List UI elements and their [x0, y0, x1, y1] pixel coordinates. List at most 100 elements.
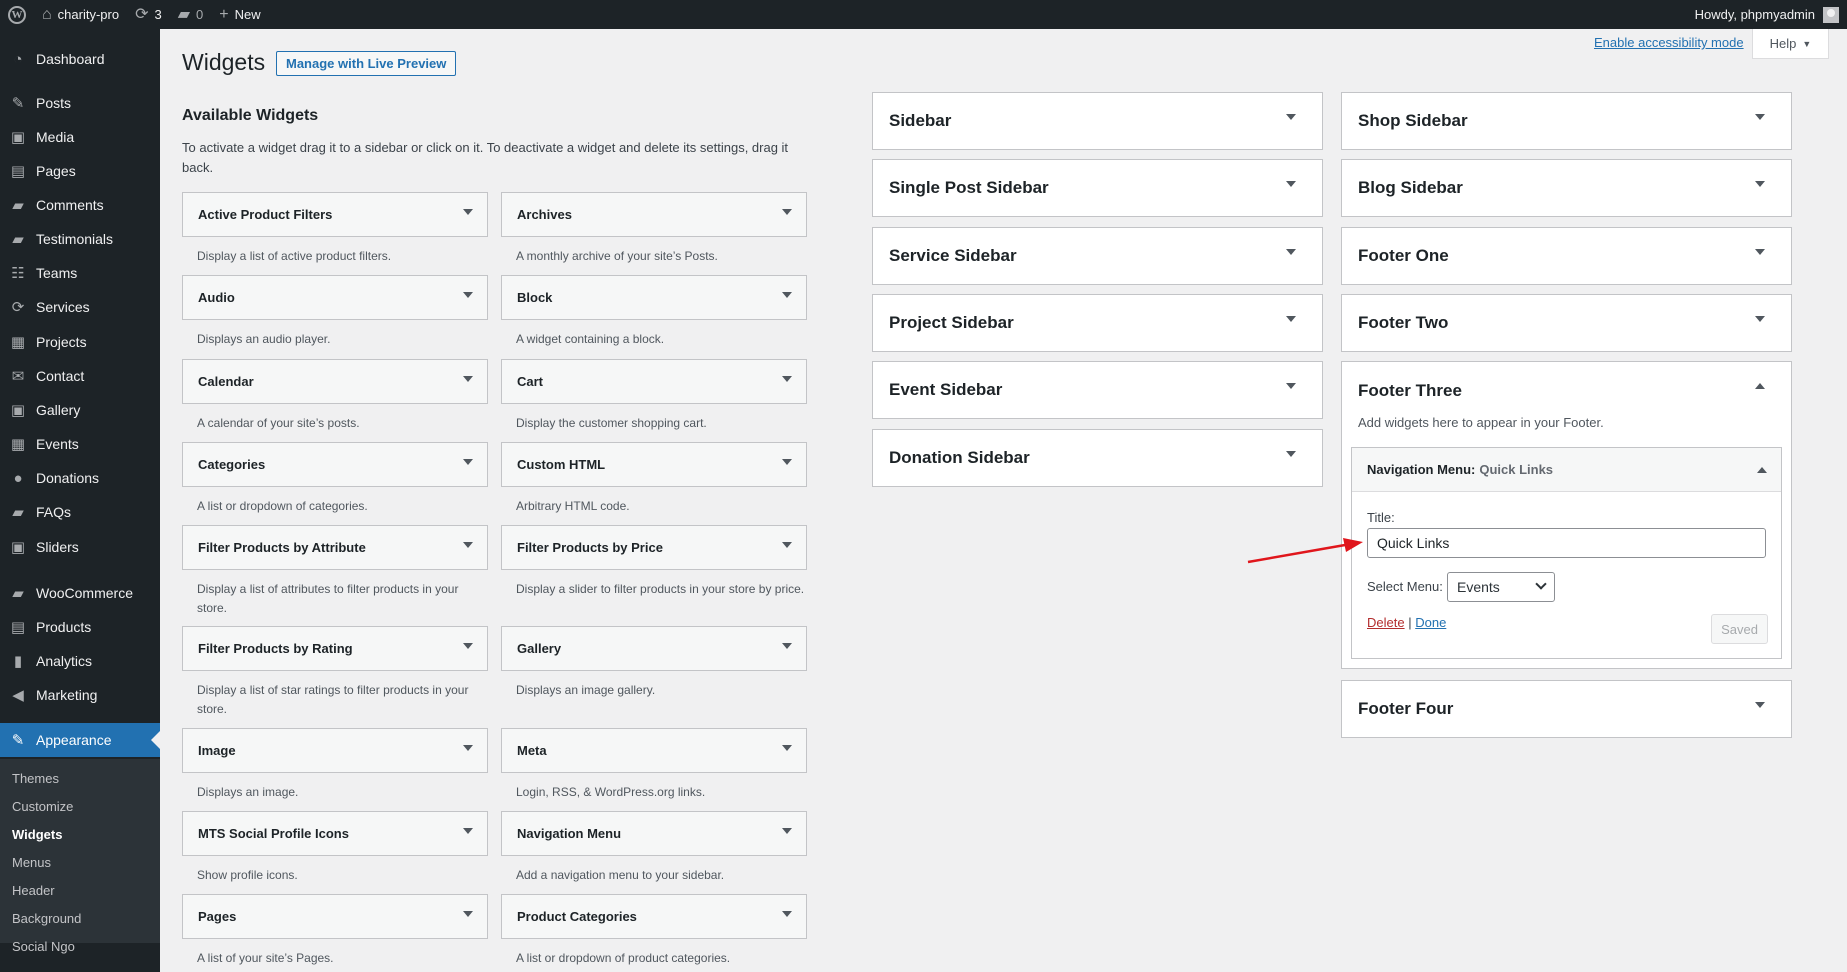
widget-filter-products-by-attribute[interactable]: Filter Products by Attribute: [182, 525, 488, 570]
widget-archives[interactable]: Archives: [501, 192, 807, 237]
widget-area-title: Donation Sidebar: [889, 448, 1030, 467]
delete-link[interactable]: Delete: [1367, 615, 1405, 630]
updates-link[interactable]: ⟳ 3: [127, 0, 170, 29]
widget-pages[interactable]: Pages: [182, 894, 488, 939]
menu-item-label: Sliders: [36, 539, 79, 555]
widget-calendar[interactable]: Calendar: [182, 359, 488, 404]
menu-item-woocommerce[interactable]: ▰ WooCommerce: [0, 576, 160, 610]
title-label: Title:: [1367, 510, 1395, 525]
menu-item-teams[interactable]: ☷ Teams: [0, 256, 160, 290]
widget-area-donation-sidebar[interactable]: Donation Sidebar: [872, 429, 1323, 487]
products-icon: ▤: [10, 619, 26, 636]
submenu-item-customize[interactable]: Customize: [12, 799, 73, 814]
dashboard-icon: ◔: [13, 50, 23, 68]
widget-area-footer-four[interactable]: Footer Four: [1341, 680, 1792, 738]
submenu-item-menus[interactable]: Menus: [12, 855, 51, 870]
menu-item-sliders[interactable]: ▣ Sliders: [0, 530, 160, 564]
menu-item-label: Products: [36, 619, 92, 635]
widget-area-event-sidebar[interactable]: Event Sidebar: [872, 361, 1323, 419]
done-link[interactable]: Done: [1415, 615, 1446, 630]
widget-mts-social-profile-icons[interactable]: MTS Social Profile Icons: [182, 811, 488, 856]
site-name-link[interactable]: ⌂ charity-pro: [34, 0, 127, 29]
widget-block[interactable]: Block: [501, 275, 807, 320]
widget-custom-html[interactable]: Custom HTML: [501, 442, 807, 487]
menu-item-donations[interactable]: ● Donations: [0, 461, 160, 495]
menu-item-marketing[interactable]: ◀ Marketing: [0, 678, 160, 712]
menu-item-dashboard[interactable]: ◔ Dashboard: [0, 42, 160, 76]
widget-navigation-menu[interactable]: Navigation Menu: [501, 811, 807, 856]
caret-down-icon: [782, 828, 792, 834]
widget-name: Block: [517, 290, 553, 305]
comment-icon: ▰: [177, 5, 191, 23]
widget-area-sidebar[interactable]: Sidebar: [872, 92, 1323, 150]
menu-item-media[interactable]: ▣ Media: [0, 120, 160, 154]
submenu-item-themes[interactable]: Themes: [12, 771, 59, 786]
brush-icon: ✎: [11, 732, 25, 749]
manage-live-preview-button[interactable]: Manage with Live Preview: [276, 51, 457, 76]
new-content-link[interactable]: + New: [211, 0, 268, 29]
widget-description: Display a list of star ratings to filter…: [197, 683, 469, 716]
widget-gallery[interactable]: Gallery: [501, 626, 807, 671]
menu-item-label: Gallery: [36, 402, 81, 418]
widget-header[interactable]: Navigation Menu: Quick Links: [1352, 448, 1781, 492]
menu-item-posts[interactable]: ✎ Posts: [0, 86, 160, 120]
widget-categories[interactable]: Categories: [182, 442, 488, 487]
widget-area-title: Single Post Sidebar: [889, 178, 1049, 197]
widget-area-blog-sidebar[interactable]: Blog Sidebar: [1341, 159, 1792, 217]
submenu-item-background[interactable]: Background: [12, 911, 81, 926]
saved-button[interactable]: Saved: [1711, 614, 1768, 644]
menu-item-label: Analytics: [36, 653, 93, 669]
widget-area-project-sidebar[interactable]: Project Sidebar: [872, 294, 1323, 352]
menu-item-products[interactable]: ▤ Products: [0, 610, 160, 644]
widget-audio[interactable]: Audio: [182, 275, 488, 320]
caret-up-icon[interactable]: [1755, 383, 1765, 389]
menu-item-analytics[interactable]: ▮ Analytics: [0, 644, 160, 678]
menu-item-label: FAQs: [36, 504, 72, 520]
widget-area-single-post-sidebar[interactable]: Single Post Sidebar: [872, 159, 1323, 217]
widget-image[interactable]: Image: [182, 728, 488, 773]
menu-item-gallery[interactable]: ▣ Gallery: [0, 393, 160, 427]
caret-down-icon: [1755, 181, 1765, 187]
widget-meta[interactable]: Meta: [501, 728, 807, 773]
widget-actions: Delete | Done: [1367, 615, 1446, 630]
menu-item-services[interactable]: ⟳ Services: [0, 290, 160, 324]
title-input[interactable]: [1367, 528, 1766, 558]
menu-item-label: Projects: [36, 334, 87, 350]
widget-name: Filter Products by Attribute: [198, 540, 366, 555]
widget-area-title: Project Sidebar: [889, 313, 1014, 332]
widget-active-product-filters[interactable]: Active Product Filters: [182, 192, 488, 237]
submenu-item-widgets[interactable]: Widgets: [12, 827, 62, 842]
accessibility-mode-link[interactable]: Enable accessibility mode: [1594, 35, 1744, 50]
contact-icon: ✉: [11, 368, 25, 385]
caret-up-icon[interactable]: [1757, 467, 1767, 473]
menu-item-faqs[interactable]: ▰ FAQs: [0, 495, 160, 529]
widget-filter-products-by-rating[interactable]: Filter Products by Rating: [182, 626, 488, 671]
caret-down-icon: [463, 643, 473, 649]
widget-filter-products-by-price[interactable]: Filter Products by Price: [501, 525, 807, 570]
wordpress-logo-icon[interactable]: W: [0, 0, 34, 29]
widget-area-title[interactable]: Footer Three: [1358, 381, 1462, 401]
submenu-item-social-ngo[interactable]: Social Ngo: [12, 939, 75, 954]
chevron-down-icon: [1535, 578, 1547, 590]
widget-area-footer-two[interactable]: Footer Two: [1341, 294, 1792, 352]
menu-item-contact[interactable]: ✉ Contact: [0, 359, 160, 393]
menu-item-pages[interactable]: ▤ Pages: [0, 154, 160, 188]
submenu-item-header[interactable]: Header: [12, 883, 55, 898]
widget-product-categories[interactable]: Product Categories: [501, 894, 807, 939]
widget-area-title: Event Sidebar: [889, 380, 1003, 399]
help-tab-button[interactable]: Help ▼: [1752, 29, 1829, 59]
menu-item-events[interactable]: ▦ Events: [0, 427, 160, 461]
comments-link[interactable]: ▰ 0: [170, 0, 212, 29]
menu-item-comments[interactable]: ▰ Comments: [0, 188, 160, 222]
widget-area-footer-one[interactable]: Footer One: [1341, 227, 1792, 285]
teams-icon: ☷: [11, 265, 25, 282]
widget-area-service-sidebar[interactable]: Service Sidebar: [872, 227, 1323, 285]
caret-down-icon: [463, 542, 473, 548]
widget-cart[interactable]: Cart: [501, 359, 807, 404]
menu-item-testimonials[interactable]: ▰ Testimonials: [0, 222, 160, 256]
widget-area-shop-sidebar[interactable]: Shop Sidebar: [1341, 92, 1792, 150]
account-menu[interactable]: Howdy, phpmyadmin: [1695, 6, 1847, 23]
menu-item-projects[interactable]: ▦ Projects: [0, 325, 160, 359]
menu-item-appearance[interactable]: ✎ Appearance: [0, 723, 160, 757]
select-menu-dropdown[interactable]: Events: [1447, 572, 1555, 602]
